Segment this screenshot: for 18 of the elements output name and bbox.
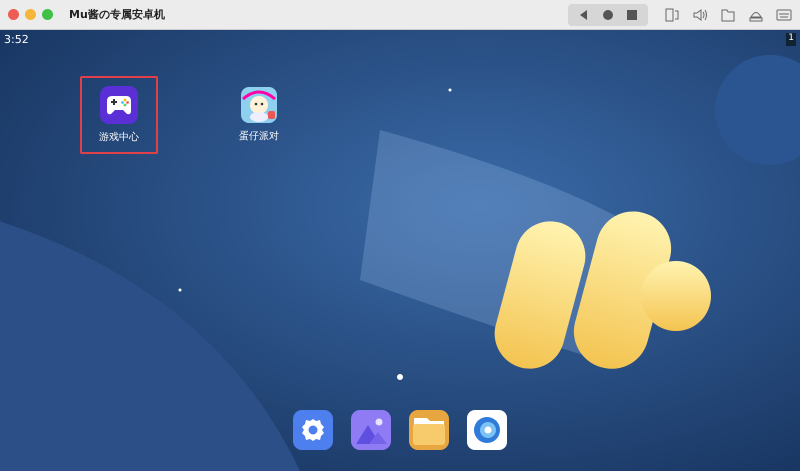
app-label: 蛋仔派对 bbox=[239, 130, 279, 143]
app-label: 游戏中心 bbox=[99, 130, 139, 144]
settings-icon[interactable] bbox=[293, 410, 333, 450]
rotate-icon[interactable] bbox=[664, 6, 680, 22]
folder-icon[interactable] bbox=[409, 410, 449, 450]
folder-icon[interactable] bbox=[720, 6, 736, 22]
app-shortcut[interactable]: 游戏中心 bbox=[80, 76, 158, 154]
close-button[interactable] bbox=[8, 9, 19, 20]
keyboard-icon[interactable] bbox=[776, 6, 792, 22]
volume-icon[interactable] bbox=[692, 6, 708, 22]
cartoon-character-icon bbox=[241, 87, 277, 123]
browser-icon[interactable] bbox=[467, 410, 507, 450]
notification-count: 1 bbox=[786, 33, 796, 46]
window-title: Mu酱の专属安卓机 bbox=[69, 7, 166, 22]
gallery-icon[interactable] bbox=[351, 410, 391, 450]
gamepad-icon bbox=[100, 86, 138, 124]
app-shortcut[interactable]: 蛋仔派对 bbox=[220, 76, 298, 154]
status-time: 3:52 bbox=[4, 33, 29, 46]
